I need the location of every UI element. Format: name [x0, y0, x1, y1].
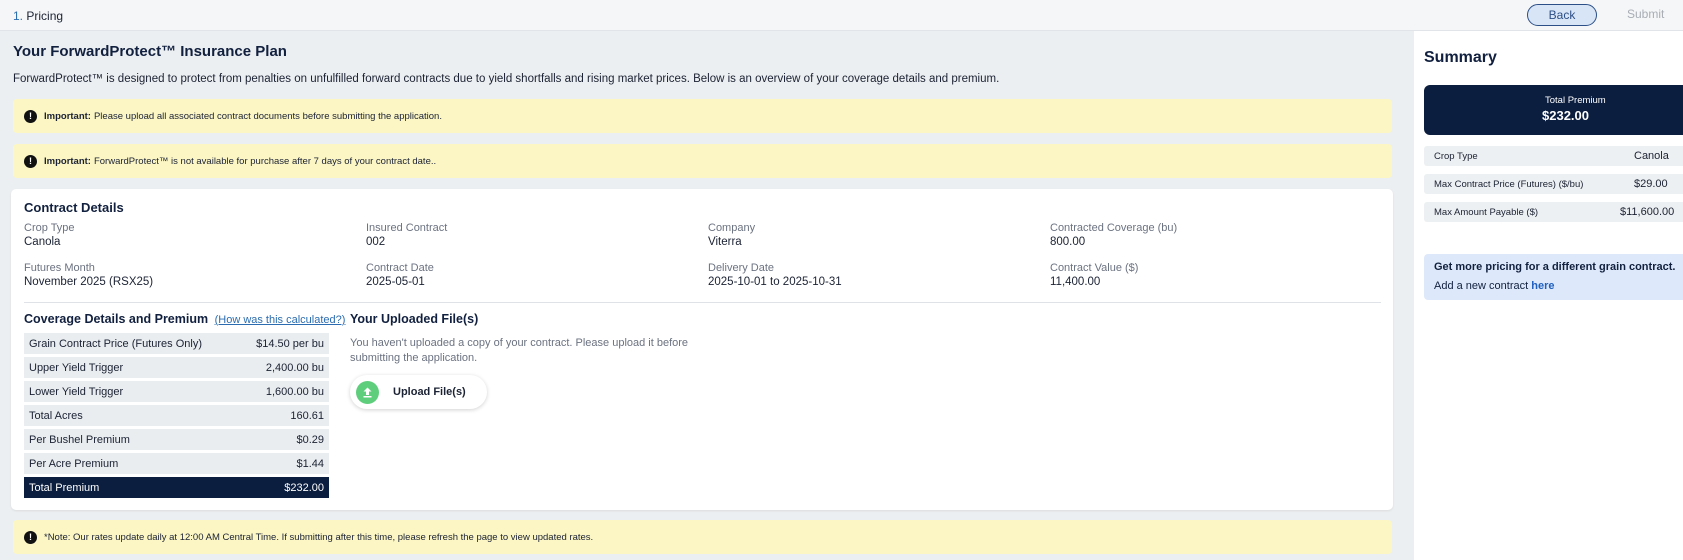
field-contract-date: Contract Date 2025-05-01 [366, 262, 666, 290]
upload-icon [356, 380, 379, 404]
upload-files-button[interactable]: Upload File(s) [350, 375, 487, 409]
summary-row-max-price: Max Contract Price (Futures) ($/bu) $29.… [1424, 174, 1683, 194]
availability-alert: ! Important: ForwardProtect™ is not avai… [13, 144, 1392, 178]
coverage-row-value: 2,400.00 bu [265, 361, 324, 374]
field-value: November 2025 (RSX25) [24, 276, 154, 288]
coverage-row-label: Per Acre Premium [29, 457, 119, 470]
summary-row-value: Canola [1634, 150, 1669, 162]
summary-row-value: $29.00 [1634, 178, 1668, 190]
upload-files-label: Upload File(s) [393, 386, 466, 398]
exclamation-icon: ! [24, 109, 37, 123]
field-value: Canola [24, 236, 61, 248]
summary-total-premium: Total Premium $232.00 [1424, 85, 1683, 135]
coverage-title: Coverage Details and Premium (How was th… [24, 312, 345, 326]
coverage-title-text: Coverage Details and Premium [24, 312, 209, 326]
coverage-row: Per Acre Premium $1.44 [24, 453, 329, 474]
new-contract-info: Get more pricing for a different grain c… [1424, 254, 1683, 300]
field-contracted-coverage: Contracted Coverage (bu) 800.00 [1050, 222, 1350, 250]
coverage-row-label: Lower Yield Trigger [29, 385, 124, 398]
coverage-row-label: Grain Contract Price (Futures Only) [29, 337, 202, 350]
field-label: Insured Contract [366, 222, 448, 234]
top-bar: 1. Pricing Back Submit [0, 0, 1683, 31]
how-calculated-link[interactable]: (How was this calculated?) [215, 314, 346, 326]
alert-text: Please upload all associated contract do… [93, 110, 442, 122]
coverage-row-value: 1,600.00 bu [265, 385, 324, 398]
field-futures-month: Futures Month November 2025 (RSX25) [24, 262, 324, 290]
alert-text: *Note: Our rates update daily at 12:00 A… [44, 531, 594, 543]
coverage-row-label: Upper Yield Trigger [29, 361, 124, 374]
main-content: Your ForwardProtect™ Insurance Plan Forw… [0, 31, 1414, 560]
summary-sidebar: Summary Total Premium $232.00 Crop Type … [1414, 31, 1683, 560]
field-crop-type: Crop Type Canola [24, 222, 324, 250]
uploaded-files-title: Your Uploaded File(s) [350, 312, 479, 326]
field-label: Delivery Date [708, 262, 775, 274]
coverage-row-label: Total Acres [29, 409, 83, 422]
new-contract-prompt: Add a new contract [1434, 280, 1529, 292]
coverage-row: Lower Yield Trigger 1,600.00 bu [24, 381, 329, 402]
contract-details-title: Contract Details [24, 200, 124, 215]
exclamation-icon: ! [24, 154, 37, 168]
coverage-row: Upper Yield Trigger 2,400.00 bu [24, 357, 329, 378]
alert-text: ForwardProtect™ is not available for pur… [93, 155, 437, 167]
field-label: Contracted Coverage (bu) [1050, 222, 1178, 234]
field-value: 2025-05-01 [366, 276, 425, 288]
coverage-row: Grain Contract Price (Futures Only) $14.… [24, 333, 329, 354]
summary-row-label: Max Contract Price (Futures) ($/bu) [1434, 179, 1584, 190]
coverage-row-label: Per Bushel Premium [29, 433, 130, 446]
field-label: Contract Date [366, 262, 434, 274]
summary-row-label: Crop Type [1434, 151, 1478, 162]
summary-premium-value: $232.00 [1542, 108, 1589, 123]
field-delivery-date: Delivery Date 2025-10-01 to 2025-10-31 [708, 262, 1008, 290]
coverage-row-value: $232.00 [284, 481, 324, 494]
field-value: Viterra [708, 236, 742, 248]
rates-note-alert: ! *Note: Our rates update daily at 12:00… [13, 520, 1392, 554]
alert-strong: Important: [44, 155, 91, 167]
back-button[interactable]: Back [1527, 4, 1597, 26]
page-intro: ForwardProtect™ is designed to protect f… [13, 73, 1000, 85]
field-value: 2025-10-01 to 2025-10-31 [708, 276, 842, 288]
field-label: Crop Type [24, 222, 75, 234]
coverage-row-value: $0.29 [296, 433, 324, 446]
step-label: Pricing [26, 9, 64, 23]
field-value: 800.00 [1050, 236, 1086, 248]
coverage-row-label: Total Premium [29, 481, 100, 494]
summary-row-crop-type: Crop Type Canola [1424, 146, 1683, 166]
exclamation-icon: ! [24, 530, 37, 544]
coverage-row-value: $14.50 per bu [256, 337, 324, 350]
field-label: Company [708, 222, 756, 234]
coverage-row-value: 160.61 [290, 409, 324, 422]
summary-row-value: $11,600.00 [1620, 206, 1675, 218]
field-value: 002 [366, 236, 386, 248]
no-files-message: You haven't uploaded a copy of your cont… [350, 337, 689, 364]
page-title: Your ForwardProtect™ Insurance Plan [13, 43, 287, 60]
coverage-total-row: Total Premium $232.00 [24, 477, 329, 498]
new-contract-heading: Get more pricing for a different grain c… [1434, 261, 1676, 273]
summary-title: Summary [1424, 49, 1497, 66]
summary-row-max-payable: Max Amount Payable ($) $11,600.00 [1424, 202, 1683, 222]
coverage-row: Total Acres 160.61 [24, 405, 329, 426]
summary-premium-label: Total Premium [1545, 95, 1606, 106]
field-insured-contract: Insured Contract 002 [366, 222, 666, 250]
step-indicator: 1. Pricing [13, 9, 63, 23]
coverage-table: Grain Contract Price (Futures Only) $14.… [24, 333, 329, 501]
coverage-row-value: $1.44 [296, 457, 324, 470]
field-label: Futures Month [24, 262, 95, 274]
field-label: Contract Value ($) [1050, 262, 1139, 274]
coverage-row: Per Bushel Premium $0.29 [24, 429, 329, 450]
upload-alert: ! Important: Please upload all associate… [13, 99, 1392, 133]
alert-strong: Important: [44, 110, 91, 122]
divider [24, 302, 1381, 303]
contract-card: Contract Details Crop Type Canola Insure… [11, 189, 1393, 510]
field-company: Company Viterra [708, 222, 1008, 250]
field-value: 11,400.00 [1050, 276, 1101, 288]
summary-row-label: Max Amount Payable ($) [1434, 207, 1539, 218]
field-contract-value: Contract Value ($) 11,400.00 [1050, 262, 1350, 290]
new-contract-link[interactable]: here [1531, 280, 1554, 292]
submit-button[interactable]: Submit [1627, 7, 1664, 21]
step-number: 1. [13, 9, 24, 23]
new-contract-text: Add a new contract here [1434, 280, 1554, 292]
